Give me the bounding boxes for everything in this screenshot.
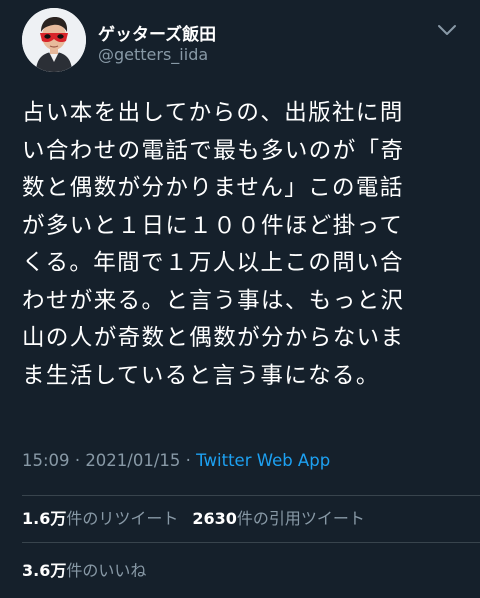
- tweet-text: 占い本を出してからの、出版社に問 い合わせの電話で最も多いのが「奇 数と偶数が分…: [22, 95, 462, 395]
- likes-stat[interactable]: 3.6万件のいいね: [22, 561, 146, 580]
- tweet-line: 山の人が奇数と偶数が分からないま: [22, 325, 405, 351]
- tweet-line: が多いと１日に１００件ほど掛って: [22, 212, 404, 239]
- avatar-icon: [22, 8, 86, 72]
- quotes-stat[interactable]: 2630件の引用ツイート: [192, 509, 365, 528]
- likes-label: 件のいいね: [66, 561, 147, 580]
- retweets-count: 1.6万: [22, 509, 67, 528]
- avatar[interactable]: [22, 8, 86, 72]
- tweet-line: ま生活していると言う事になる。: [22, 362, 380, 389]
- meta-separator: ·: [74, 451, 81, 470]
- quotes-count: 2630: [192, 509, 237, 528]
- likes-count: 3.6万: [22, 561, 67, 580]
- tweet-line: 占い本を出してからの、出版社に問: [22, 100, 404, 126]
- chevron-down-icon[interactable]: [432, 16, 462, 44]
- retweets-stat[interactable]: 1.6万件のリツイート: [22, 509, 178, 528]
- display-name[interactable]: ゲッターズ飯田: [98, 20, 216, 45]
- tweet-header: ゲッターズ飯田 @getters_iida: [22, 6, 462, 72]
- likes-stats-row: 3.6万件のいいね: [22, 557, 146, 581]
- quotes-label: 件の引用ツイート: [236, 509, 365, 528]
- tweet-source-link[interactable]: Twitter Web App: [196, 451, 330, 470]
- tweet-meta: 15:09 · 2021/01/15 · Twitter Web App: [22, 451, 330, 470]
- divider: [22, 542, 480, 543]
- divider: [22, 495, 480, 496]
- tweet-line: わせが来る。と言う事は、もっと沢: [22, 287, 405, 314]
- tweet-line: い合わせの電話で最も多いのが「奇: [22, 137, 405, 164]
- handle[interactable]: @getters_iida: [98, 45, 208, 64]
- retweet-stats-row: 1.6万件のリツイート 2630件の引用ツイート: [22, 505, 365, 529]
- tweet-line: 数と偶数が分かりません」この電話: [22, 175, 404, 201]
- tweet-time[interactable]: 15:09: [22, 451, 70, 470]
- meta-separator: ·: [185, 451, 191, 470]
- tweet-line: くる。年間で１万人以上この問い合: [22, 250, 404, 276]
- retweets-label: 件のリツイート: [66, 509, 179, 528]
- tweet-date[interactable]: 2021/01/15: [85, 451, 180, 470]
